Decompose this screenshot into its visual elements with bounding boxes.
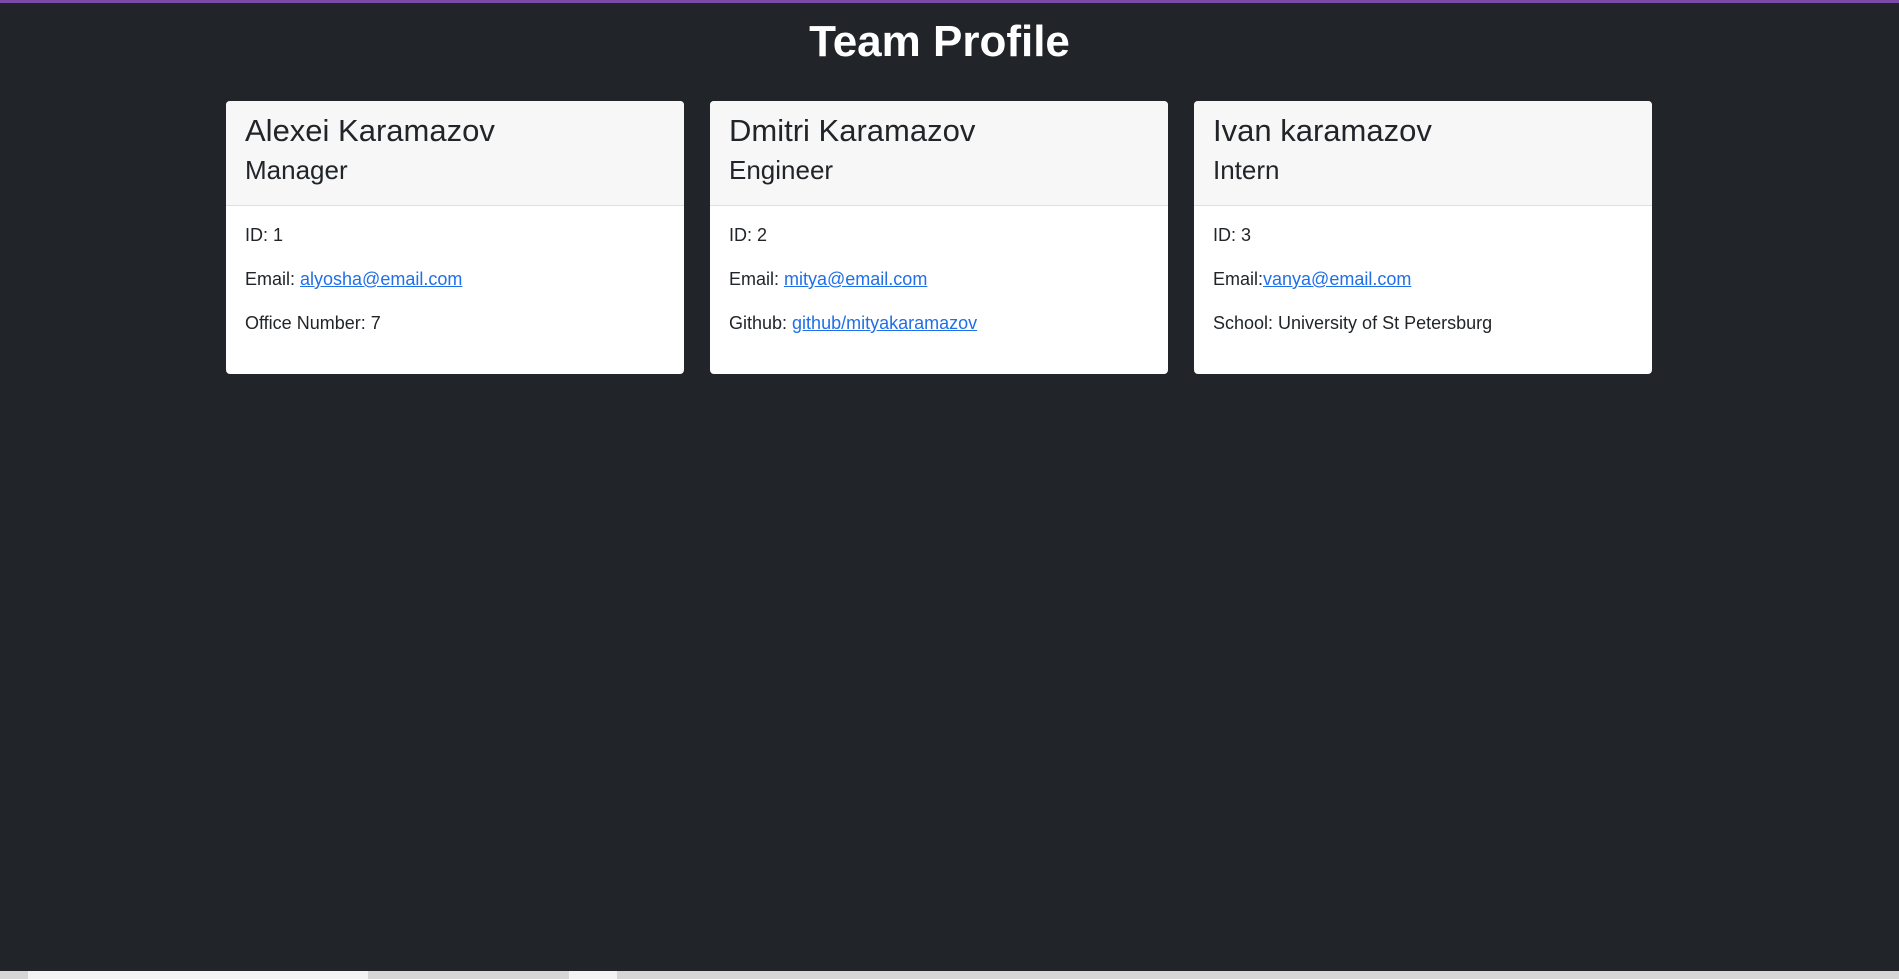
github-link[interactable]: github/mityakaramazov <box>792 313 977 333</box>
card-header: Alexei Karamazov Manager <box>226 101 684 206</box>
email-link[interactable]: mitya@email.com <box>784 269 927 289</box>
card-header: Dmitri Karamazov Engineer <box>710 101 1168 206</box>
employee-name: Dmitri Karamazov <box>729 113 976 148</box>
email-label: Email: <box>729 269 785 289</box>
card-header: Ivan karamazov Intern <box>1194 101 1652 206</box>
github-label: Github: <box>729 313 793 333</box>
employee-id: ID: 3 <box>1213 225 1252 245</box>
employee-card-intern: Ivan karamazov Intern ID: 3 Email:vanya@… <box>1194 101 1652 374</box>
employee-email-row: Email: alyosha@email.com <box>245 267 665 291</box>
office-number: Office Number: 7 <box>245 313 381 333</box>
scrollbar-thumb-secondary[interactable] <box>569 971 617 979</box>
employee-name: Alexei Karamazov <box>245 113 495 148</box>
email-label: Email: <box>1213 269 1264 289</box>
top-accent-bar <box>0 0 1899 3</box>
employee-id: ID: 1 <box>245 225 284 245</box>
employee-role: Intern <box>1213 155 1280 185</box>
page-title: Team Profile <box>809 17 1070 66</box>
employee-id: ID: 2 <box>729 225 768 245</box>
horizontal-scrollbar[interactable] <box>0 971 1899 979</box>
team-cards: Alexei Karamazov Manager ID: 1 Email: al… <box>226 101 1652 374</box>
scrollbar-thumb[interactable] <box>28 971 368 979</box>
school: School: University of St Petersburg <box>1213 313 1493 333</box>
email-link[interactable]: vanya@email.com <box>1263 269 1411 289</box>
employee-role: Engineer <box>729 155 834 185</box>
employee-name: Ivan karamazov <box>1213 113 1432 148</box>
employee-card-manager: Alexei Karamazov Manager ID: 1 Email: al… <box>226 101 684 374</box>
github-row: Github: github/mityakaramazov <box>729 311 1149 335</box>
employee-email-row: Email:vanya@email.com <box>1213 267 1633 291</box>
card-body: ID: 1 Email: alyosha@email.com Office Nu… <box>226 206 684 335</box>
email-label: Email: <box>245 269 301 289</box>
employee-email-row: Email: mitya@email.com <box>729 267 1149 291</box>
employee-card-engineer: Dmitri Karamazov Engineer ID: 2 Email: m… <box>710 101 1168 374</box>
card-body: ID: 2 Email: mitya@email.com Github: git… <box>710 206 1168 335</box>
card-body: ID: 3 Email:vanya@email.com School: Univ… <box>1194 206 1652 335</box>
email-link[interactable]: alyosha@email.com <box>300 269 462 289</box>
employee-role: Manager <box>245 155 348 185</box>
